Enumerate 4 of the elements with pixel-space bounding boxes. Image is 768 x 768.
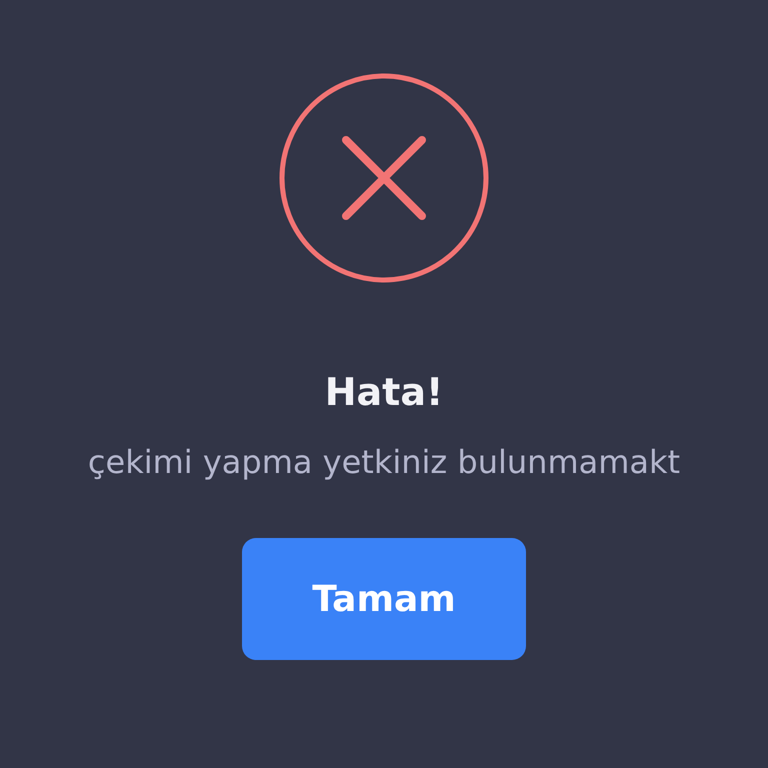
ok-button[interactable]: Tamam (242, 538, 526, 660)
error-icon (278, 72, 490, 284)
dialog-title: Hata! (324, 369, 444, 416)
error-message: çekimi yapma yetkiniz bulunmamakt (88, 442, 680, 483)
